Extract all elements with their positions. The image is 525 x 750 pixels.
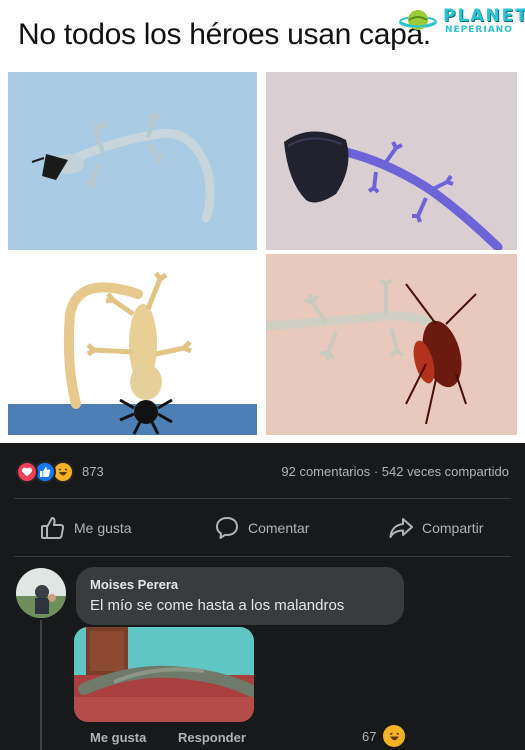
watermark-subtext: NEPERIANO (445, 25, 513, 35)
share-button[interactable]: Compartir (388, 513, 483, 543)
comment-reply-button[interactable]: Responder (178, 730, 246, 745)
share-arrow-icon (389, 518, 413, 538)
divider (14, 498, 511, 499)
comment-like-button[interactable]: Me gusta (90, 730, 146, 745)
comments-shares-count[interactable]: 92 comentarios · 542 veces compartido (281, 464, 509, 479)
gecko-photo-1 (8, 72, 257, 250)
thumbs-up-icon (41, 517, 65, 539)
meme-title: No todos los héroes usan capa. (18, 18, 431, 51)
comment-text: El mío se come hasta a los malandros (90, 597, 345, 614)
reaction-count[interactable]: 873 (82, 464, 104, 479)
haha-icon[interactable] (383, 725, 405, 747)
post-stats: 873 92 comentarios · 542 veces compartid… (0, 455, 525, 487)
gecko-photo-2 (266, 72, 517, 250)
love-icon (16, 461, 38, 483)
comment-author[interactable]: Moises Perera (90, 577, 178, 592)
watermark-text: PLANETA (443, 6, 525, 26)
watermark-logo: PLANETA NEPERIANO (399, 4, 525, 38)
gecko-photo-3 (8, 254, 257, 435)
comment-button[interactable]: Comentar (214, 513, 309, 543)
avatar[interactable] (16, 568, 66, 618)
comment-bubble: Moises Perera El mío se come hasta a los… (76, 567, 404, 625)
share-button-label: Compartir (422, 520, 484, 536)
meme-image[interactable]: No todos los héroes usan capa. PLANETA N… (0, 0, 525, 443)
thread-line (40, 620, 42, 750)
like-button-label: Me gusta (74, 520, 132, 536)
gecko-photo-4 (266, 254, 517, 435)
like-button[interactable]: Me gusta (40, 513, 132, 543)
divider (14, 556, 511, 557)
comment-icon (216, 517, 238, 539)
comment-button-label: Comentar (248, 520, 310, 536)
comment-photo[interactable] (74, 627, 254, 722)
comment-reaction-count[interactable]: 67 (362, 729, 376, 744)
post-action-bar: Me gusta Comentar Compartir (0, 505, 525, 551)
planet-icon (399, 10, 437, 30)
